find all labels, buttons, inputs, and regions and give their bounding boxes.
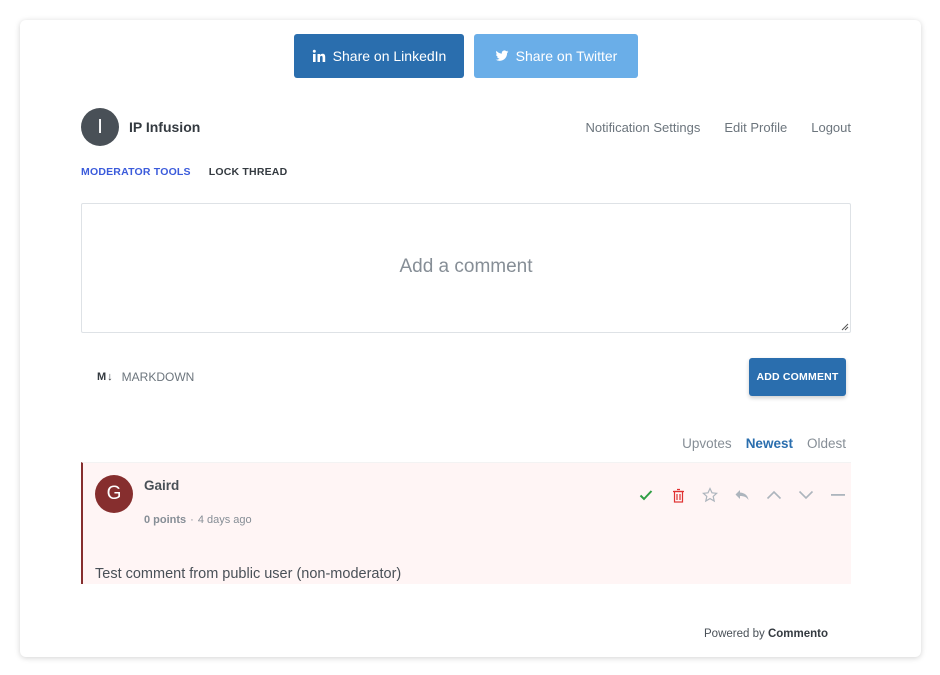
downvote-icon[interactable] xyxy=(797,486,815,504)
comment-author[interactable]: Gaird xyxy=(144,478,179,493)
sort-oldest[interactable]: Oldest xyxy=(807,436,846,451)
lock-thread-link[interactable]: LOCK THREAD xyxy=(209,166,288,178)
sticky-star-icon[interactable] xyxy=(701,486,719,504)
powered-by[interactable]: Powered by Commento xyxy=(704,628,828,640)
moderator-bar: MODERATOR TOOLS LOCK THREAD xyxy=(81,166,287,178)
reply-icon[interactable] xyxy=(733,486,751,504)
share-twitter-label: Share on Twitter xyxy=(515,48,618,64)
add-comment-button[interactable]: ADD COMMENT xyxy=(749,358,846,396)
user-avatar: I xyxy=(81,108,119,146)
powered-prefix: Powered by xyxy=(704,628,765,640)
edit-profile-link[interactable]: Edit Profile xyxy=(724,120,787,135)
sort-policy: Upvotes Newest Oldest xyxy=(682,436,846,451)
share-linkedin-button[interactable]: Share on LinkedIn xyxy=(294,34,464,78)
linkedin-icon xyxy=(312,49,326,63)
user-name: IP Infusion xyxy=(129,119,201,135)
logout-link[interactable]: Logout xyxy=(811,120,851,135)
markdown-icon: M↓ xyxy=(97,371,114,383)
share-linkedin-label: Share on LinkedIn xyxy=(332,48,447,64)
delete-icon[interactable] xyxy=(669,486,687,504)
comment-body: Test comment from public user (non-moder… xyxy=(95,566,402,582)
user-bar: I IP Infusion Notification Settings Edit… xyxy=(81,108,851,146)
twitter-icon xyxy=(495,49,509,63)
resize-handle-icon[interactable] xyxy=(841,323,849,331)
moderator-tools-link[interactable]: MODERATOR TOOLS xyxy=(81,166,191,178)
share-twitter-button[interactable]: Share on Twitter xyxy=(474,34,638,78)
approve-icon[interactable] xyxy=(637,486,655,504)
upvote-icon[interactable] xyxy=(765,486,783,504)
comment-textarea[interactable] xyxy=(81,203,851,333)
comment-avatar: G xyxy=(95,475,133,513)
user-links: Notification Settings Edit Profile Logou… xyxy=(585,120,851,135)
markdown-toggle[interactable]: M↓ MARKDOWN xyxy=(97,370,194,384)
collapse-icon[interactable] xyxy=(829,486,847,504)
comments-widget: Share on LinkedIn Share on Twitter I IP … xyxy=(20,20,921,657)
comment-score: 0 points xyxy=(144,514,187,526)
comment-timeago: 4 days ago xyxy=(197,514,252,526)
commento-brand: Commento xyxy=(767,628,828,640)
notification-settings-link[interactable]: Notification Settings xyxy=(585,120,700,135)
share-row: Share on LinkedIn Share on Twitter xyxy=(294,34,638,78)
sort-upvotes[interactable]: Upvotes xyxy=(682,436,732,451)
comment-meta: 0 points · 4 days ago xyxy=(144,514,252,526)
meta-separator: · xyxy=(190,514,194,526)
sort-newest[interactable]: Newest xyxy=(746,436,793,451)
comment-card: G Gaird 0 points · 4 days ago Test comme… xyxy=(81,462,851,584)
comment-actions xyxy=(637,486,847,504)
markdown-label: MARKDOWN xyxy=(121,370,195,384)
